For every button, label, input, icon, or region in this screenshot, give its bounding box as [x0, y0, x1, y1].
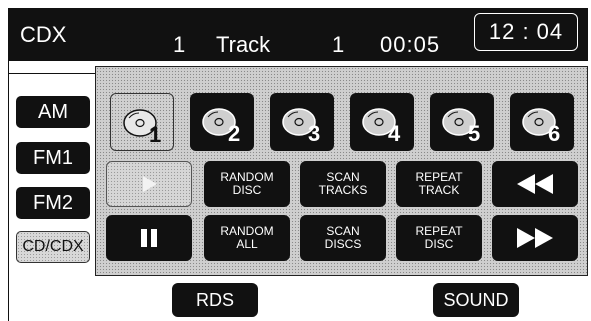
source-label: AM [38, 100, 68, 123]
source-cdcdx-button[interactable]: CD/CDX [16, 231, 90, 263]
source-fm1-button[interactable]: FM1 [16, 142, 90, 174]
disc-number-label: 4 [388, 121, 401, 146]
play-button[interactable] [106, 161, 192, 207]
button-label: SOUND [443, 289, 509, 310]
rewind-button[interactable] [492, 161, 578, 207]
elapsed-time: 00:05 [380, 32, 441, 57]
source-label: FM2 [33, 191, 73, 214]
scan-tracks-button[interactable]: SCAN TRACKS [300, 161, 386, 207]
pause-button[interactable] [106, 215, 192, 261]
disc-number-label: 6 [548, 121, 561, 146]
button-label: SCAN TRACKS [318, 170, 368, 197]
status-header: CDX 1 Track 1 00:05 12 : 04 [8, 8, 588, 61]
rds-button[interactable]: RDS [172, 283, 258, 317]
disc-6-button[interactable]: 6 [510, 93, 574, 151]
scan-discs-button[interactable]: SCAN DISCS [300, 215, 386, 261]
source-label: CD/CDX [22, 238, 84, 255]
source-label: FM1 [33, 146, 73, 169]
button-label: RANDOM DISC [220, 170, 274, 197]
button-label: REPEAT DISC [415, 224, 463, 251]
play-icon [143, 176, 157, 192]
disc-1-button[interactable]: 1 [110, 93, 174, 151]
disc-number-label: 3 [308, 121, 321, 146]
source-title: CDX [20, 22, 67, 47]
fast-forward-icon [517, 228, 553, 248]
button-label: RDS [195, 289, 234, 310]
clock[interactable]: 12 : 04 [474, 13, 578, 51]
button-label: RANDOM ALL [220, 224, 274, 251]
left-divider [8, 61, 9, 321]
disc-3-button[interactable]: 3 [270, 93, 334, 151]
fast-forward-button[interactable] [492, 215, 578, 261]
track-label: Track [216, 32, 271, 57]
control-panel: 1 2 3 4 5 6 RANDOM DISC SCAN TRACKS REPE… [95, 66, 588, 276]
disc-4-button[interactable]: 4 [350, 93, 414, 151]
source-fm2-button[interactable]: FM2 [16, 187, 90, 219]
left-top-divider [8, 73, 103, 74]
pause-icon [141, 229, 157, 247]
button-label: SCAN DISCS [324, 224, 362, 251]
repeat-track-button[interactable]: REPEAT TRACK [396, 161, 482, 207]
sound-button[interactable]: SOUND [433, 283, 519, 317]
rewind-icon [517, 174, 553, 194]
button-label: REPEAT TRACK [415, 170, 463, 197]
disc-number: 1 [173, 32, 186, 57]
track-number: 1 [332, 32, 345, 57]
disc-number-label: 5 [468, 121, 481, 146]
repeat-disc-button[interactable]: REPEAT DISC [396, 215, 482, 261]
disc-5-button[interactable]: 5 [430, 93, 494, 151]
random-disc-button[interactable]: RANDOM DISC [204, 161, 290, 207]
clock-text: 12 : 04 [488, 19, 564, 44]
disc-2-button[interactable]: 2 [190, 93, 254, 151]
source-am-button[interactable]: AM [16, 96, 90, 128]
disc-number-label: 2 [228, 121, 241, 146]
random-all-button[interactable]: RANDOM ALL [204, 215, 290, 261]
disc-number-label: 1 [149, 122, 162, 147]
radio-display: CDX 1 Track 1 00:05 12 : 04 AM FM1 FM2 C… [0, 0, 591, 321]
